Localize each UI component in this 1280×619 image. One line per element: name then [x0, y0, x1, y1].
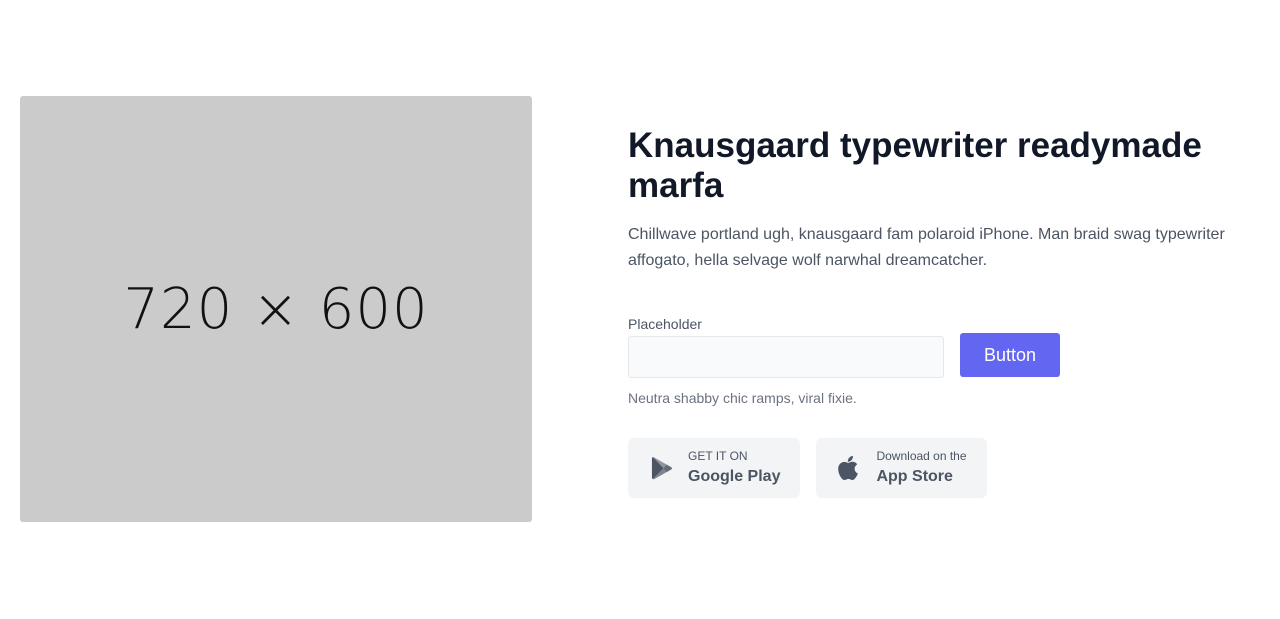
- text-input[interactable]: [628, 336, 944, 378]
- apple-icon: [836, 456, 860, 480]
- hero-content: Knausgaard typewriter readymade marfa Ch…: [628, 126, 1248, 498]
- field-group: Placeholder: [628, 314, 944, 378]
- store-buttons: GET IT ON Google Play Download on the Ap…: [628, 438, 1248, 498]
- page-title: Knausgaard typewriter readymade marfa: [628, 126, 1202, 205]
- hero-section: 720 × 600 Knausgaard typewriter readymad…: [0, 0, 1280, 619]
- image-size-label: 720 × 600: [123, 276, 429, 342]
- hero-image-placeholder: 720 × 600: [20, 96, 532, 522]
- signup-form: Placeholder Button: [628, 314, 1248, 378]
- app-store-title: App Store: [876, 468, 953, 485]
- google-play-button[interactable]: GET IT ON Google Play: [628, 438, 801, 498]
- app-store-button[interactable]: Download on the App Store: [816, 438, 987, 498]
- google-play-caption: GET IT ON: [688, 449, 748, 463]
- description: Chillwave portland ugh, knausgaard fam p…: [628, 226, 1225, 269]
- app-store-text: Download on the App Store: [876, 448, 966, 488]
- app-store-caption: Download on the: [876, 449, 967, 463]
- google-play-title: Google Play: [688, 468, 781, 485]
- google-play-icon: [648, 456, 672, 480]
- field-label: Placeholder: [628, 316, 702, 332]
- helper-text: Neutra shabby chic ramps, viral fixie.: [628, 390, 857, 406]
- google-play-text: GET IT ON Google Play: [688, 448, 780, 488]
- submit-button[interactable]: Button: [960, 333, 1061, 377]
